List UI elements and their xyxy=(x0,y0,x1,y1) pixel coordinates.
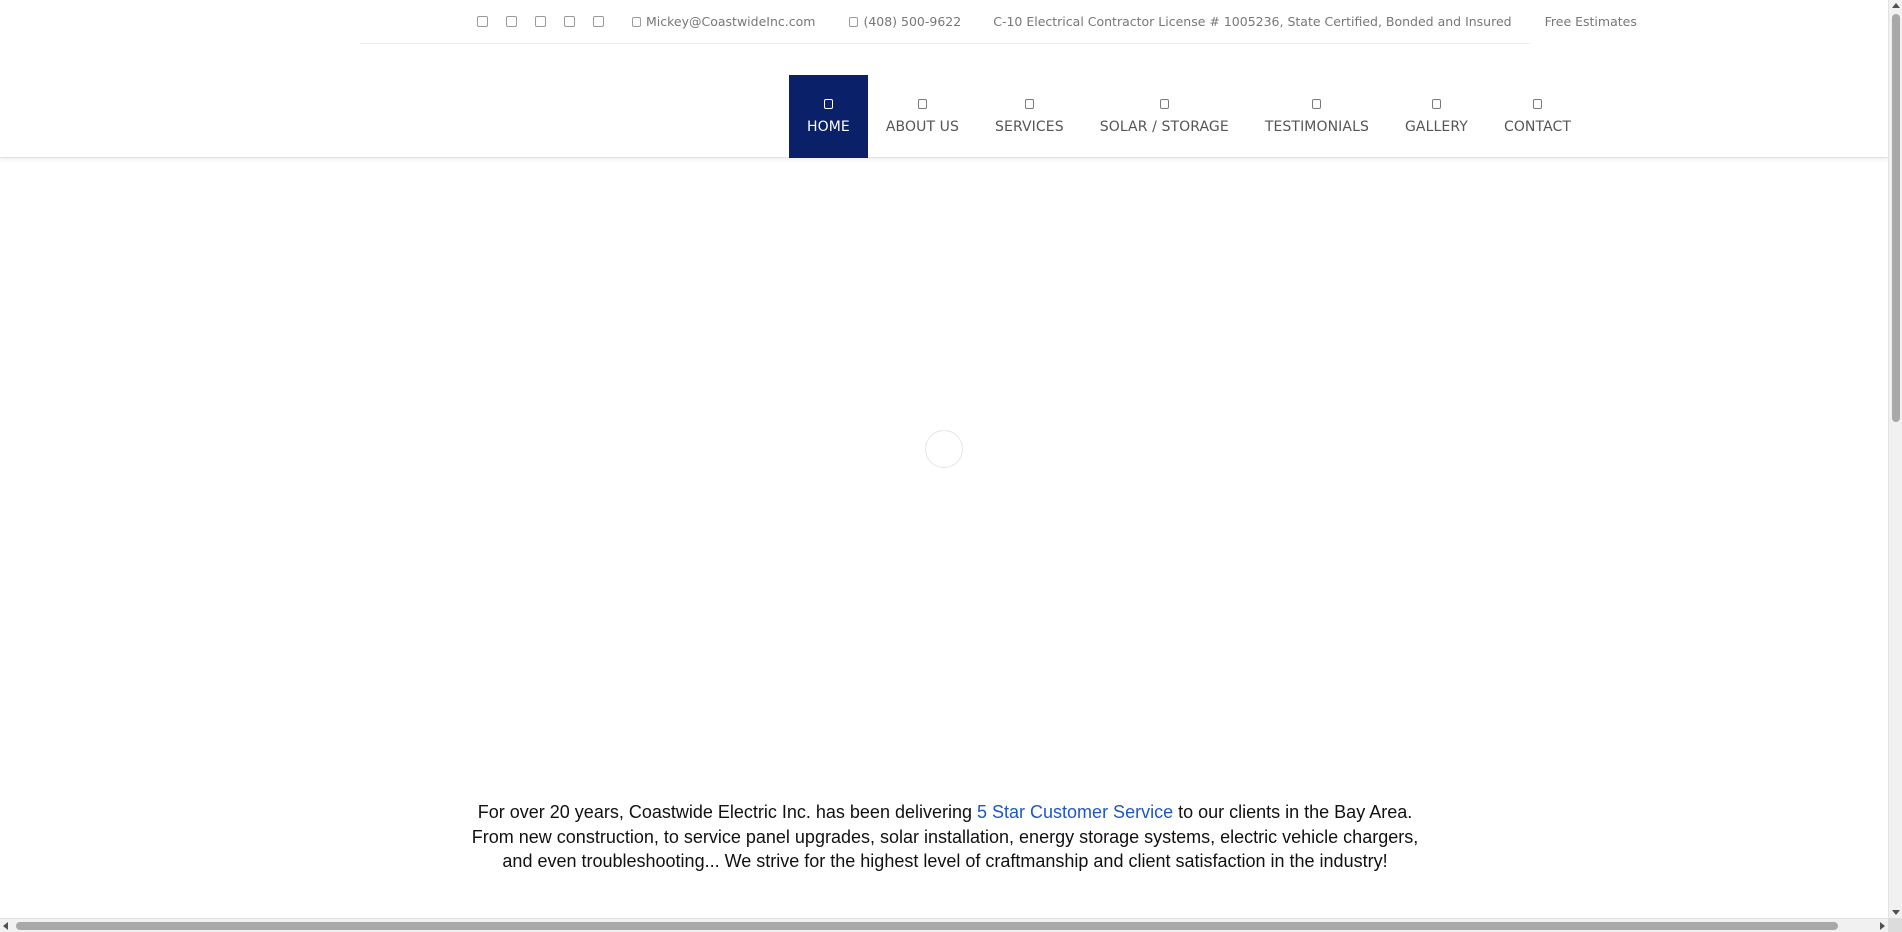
linkedin-icon[interactable] xyxy=(564,16,575,27)
horizontal-scrollbar[interactable] xyxy=(0,918,1888,932)
vertical-scrollbar[interactable] xyxy=(1888,0,1902,918)
vertical-scroll-thumb[interactable] xyxy=(1892,14,1900,422)
wrench-icon xyxy=(1024,98,1034,109)
nav-home[interactable]: HOME xyxy=(789,75,868,158)
sun-icon xyxy=(1159,98,1169,109)
nav-solar-storage-label: SOLAR / STORAGE xyxy=(1099,118,1229,135)
scrollbar-corner xyxy=(1888,918,1902,932)
envelope-icon xyxy=(632,16,641,27)
image-icon xyxy=(1431,98,1441,109)
twitter-icon[interactable] xyxy=(506,16,517,27)
nav-services-label: SERVICES xyxy=(995,118,1064,135)
scroll-left-icon[interactable] xyxy=(3,922,8,930)
scroll-right-icon[interactable] xyxy=(1880,922,1885,930)
site-header: HOME ABOUT US SERVICES SOLAR / STORAGE T… xyxy=(0,44,1888,158)
intro-text-after-link: to our clients in the Bay Area. xyxy=(1173,802,1413,822)
free-estimates-text: Free Estimates xyxy=(1544,14,1637,29)
phone-text: (408) 500-9622 xyxy=(863,14,962,29)
license-text: C-10 Electrical Contractor License # 100… xyxy=(993,14,1512,29)
nav-home-label: HOME xyxy=(807,118,850,135)
facebook-icon[interactable] xyxy=(477,16,488,27)
home-icon xyxy=(823,98,833,109)
horizontal-scroll-thumb[interactable] xyxy=(16,922,1838,930)
nav-contact[interactable]: CONTACT xyxy=(1486,75,1589,158)
instagram-icon[interactable] xyxy=(535,16,546,27)
envelope-icon xyxy=(1532,98,1542,109)
scroll-down-icon[interactable] xyxy=(1892,910,1900,915)
customer-service-link[interactable]: 5 Star Customer Service xyxy=(977,802,1173,822)
email-text: Mickey@CoastwideInc.com xyxy=(646,14,816,29)
yelp-icon[interactable] xyxy=(593,16,604,27)
email-link[interactable]: Mickey@CoastwideInc.com xyxy=(632,14,815,29)
intro-text-before-link: For over 20 years, Coastwide Electric In… xyxy=(477,802,978,822)
comment-icon xyxy=(1312,98,1322,109)
social-links xyxy=(477,16,604,27)
intro-line-2: From new construction, to service panel … xyxy=(471,826,1419,847)
scroll-up-icon[interactable] xyxy=(1892,3,1900,8)
nav-testimonials[interactable]: TESTIMONIALS xyxy=(1247,75,1387,158)
intro-line-1: For over 20 years, Coastwide Electric In… xyxy=(420,800,1470,825)
nav-gallery-label: GALLERY xyxy=(1404,118,1468,135)
top-bar: Mickey@CoastwideInc.com (408) 500-9622 C… xyxy=(360,0,1637,44)
main-nav: HOME ABOUT US SERVICES SOLAR / STORAGE T… xyxy=(789,75,1589,158)
nav-solar-storage[interactable]: SOLAR / STORAGE xyxy=(1082,75,1247,158)
nav-gallery[interactable]: GALLERY xyxy=(1387,75,1486,158)
nav-about-us[interactable]: ABOUT US xyxy=(868,75,977,158)
info-icon xyxy=(917,98,927,109)
intro-line-3: and even troubleshooting... We strive fo… xyxy=(502,851,1388,871)
phone-link[interactable]: (408) 500-9622 xyxy=(849,14,961,29)
nav-testimonials-label: TESTIMONIALS xyxy=(1264,118,1369,135)
phone-icon xyxy=(849,16,859,27)
nav-about-us-label: ABOUT US xyxy=(885,118,960,135)
slider-loading-spinner xyxy=(925,430,963,468)
intro-paragraph: For over 20 years, Coastwide Electric In… xyxy=(420,800,1470,874)
nav-services[interactable]: SERVICES xyxy=(977,75,1082,158)
nav-contact-label: CONTACT xyxy=(1503,118,1572,135)
